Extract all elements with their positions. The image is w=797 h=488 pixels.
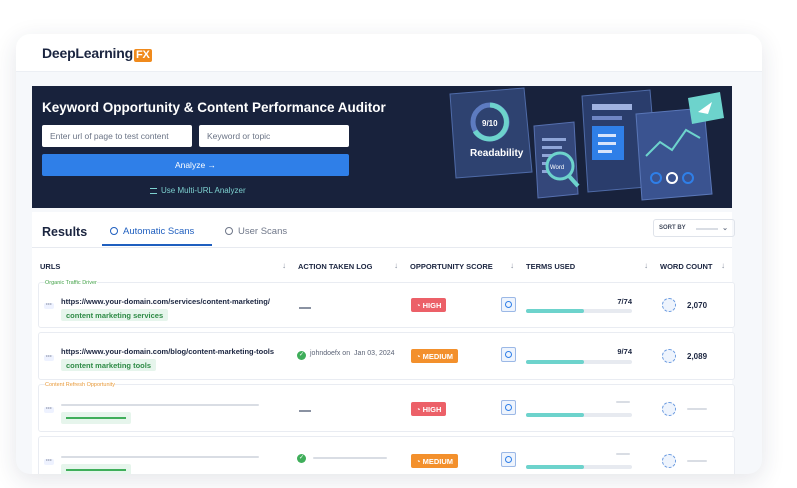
action-log: ✓ [297,453,310,463]
terms-bar [526,413,632,417]
row-url[interactable]: https://www.your-domain.com/services/con… [61,297,270,306]
chevron-down-icon: ⌄ [722,225,728,232]
tag-card [688,92,724,124]
user-icon [225,227,233,235]
list-icon [150,187,157,194]
more-icon[interactable]: ··· [44,458,54,465]
terms-bar [526,309,632,313]
col-word-count[interactable]: WORD COUNT [660,262,713,271]
scan-icon [110,227,118,235]
tab-user-scans[interactable]: User Scans [225,226,287,237]
more-icon[interactable]: ··· [44,354,54,361]
table-row[interactable]: Organic Traffic Driver ··· https://www.y… [38,279,735,328]
hero-title: Keyword Opportunity & Content Performanc… [42,100,386,115]
placeholder-terms [616,453,630,455]
word-label: Word [550,165,564,171]
col-terms[interactable]: TERMS USED [526,262,575,271]
readability-score: 9/10 [482,119,498,128]
results-title: Results [42,225,88,239]
auditor-hero: Keyword Opportunity & Content Performanc… [32,86,732,208]
hero-illustration: 9/10 Readability Word [449,87,724,201]
multi-url-link[interactable]: Use Multi-URL Analyzer [150,186,246,195]
sort-by-select[interactable]: SORT BY ⌄ [653,219,735,237]
col-urls[interactable]: URLS [40,262,60,271]
placeholder-log [313,457,387,459]
terms-bar [526,465,632,469]
score-badge: ◔ MEDIUM [411,454,459,468]
document-card [533,121,580,199]
table-header: URLS ↓ ACTION TAKEN LOG ↓ OPPORTUNITY SC… [38,256,735,276]
terms-fill [526,465,585,469]
score-badge: ◔ HIGH [411,298,447,312]
scan-icon[interactable] [501,452,516,467]
placeholder-keyword [61,412,131,424]
score-badge: ◔ HIGH [411,402,447,416]
empty-log [299,410,311,412]
action-log: ✓ johndoefx on Jan 03, 2024 [297,350,395,360]
table-row[interactable]: Content Refresh Opportunity ··· ◔ HIGH [38,381,735,432]
col-action-log[interactable]: ACTION TAKEN LOG [298,262,372,271]
terms-fill [526,413,585,417]
placeholder-terms [616,401,630,403]
url-input[interactable]: Enter url of page to test content [42,125,192,147]
placeholder-keyword [61,464,131,474]
table-row[interactable]: ··· https://www.your-domain.com/blog/con… [38,332,735,380]
row-keyword: content marketing services [61,309,169,321]
sort-arrow-icon[interactable]: ↓ [394,261,398,270]
terms-fill [526,309,585,313]
top-bar: DeepLearning FX [16,34,762,72]
active-tab-indicator [102,244,212,246]
terms-fill [526,360,585,364]
placeholder-word-count [687,460,707,462]
table-row[interactable]: ··· ✓ ◔ MEDIUM [38,436,735,474]
results-panel: Results Automatic Scans User Scans SORT … [32,212,735,474]
word-count: 2,070 [687,301,708,310]
col-opportunity[interactable]: OPPORTUNITY SCORE [410,262,493,271]
scan-icon[interactable] [501,297,516,312]
word-count: 2,089 [687,352,708,361]
row-tag: Organic Traffic Driver [45,279,97,287]
placeholder-url [61,404,259,406]
analyze-button[interactable]: Analyze → [42,154,349,176]
sort-arrow-icon[interactable]: ↓ [644,261,648,270]
sort-arrow-icon[interactable]: ↓ [721,261,725,270]
placeholder-url [61,456,259,458]
divider [32,247,732,248]
badge-icon [662,454,676,468]
tab-automatic-scans[interactable]: Automatic Scans [110,226,194,237]
sort-arrow-icon[interactable]: ↓ [510,261,514,270]
row-tag: Content Refresh Opportunity [45,381,116,389]
terms-count: 7/74 [617,297,632,306]
badge-icon [662,298,676,312]
app-window: DeepLearning FX Keyword Opportunity & Con… [16,34,762,474]
readability-card [449,87,533,179]
brand-logo[interactable]: DeepLearning FX [42,45,152,62]
badge-icon [662,349,676,363]
row-keyword: content marketing tools [61,359,157,371]
empty-log [299,307,311,309]
placeholder-word-count [687,408,707,410]
sort-arrow-icon[interactable]: ↓ [282,261,286,270]
terms-bar [526,360,632,364]
score-badge: ◔ MEDIUM [411,349,459,363]
scan-icon[interactable] [501,400,516,415]
badge-icon [662,402,676,416]
row-url[interactable]: https://www.your-domain.com/blog/content… [61,347,274,356]
check-icon: ✓ [297,454,306,463]
scan-icon[interactable] [501,347,516,362]
check-icon: ✓ [297,351,306,360]
more-icon[interactable]: ··· [44,302,54,309]
keyword-input[interactable]: Keyword or topic [199,125,349,147]
readability-label: Readability [470,148,524,159]
more-icon[interactable]: ··· [44,406,54,413]
terms-count: 9/74 [617,347,632,356]
